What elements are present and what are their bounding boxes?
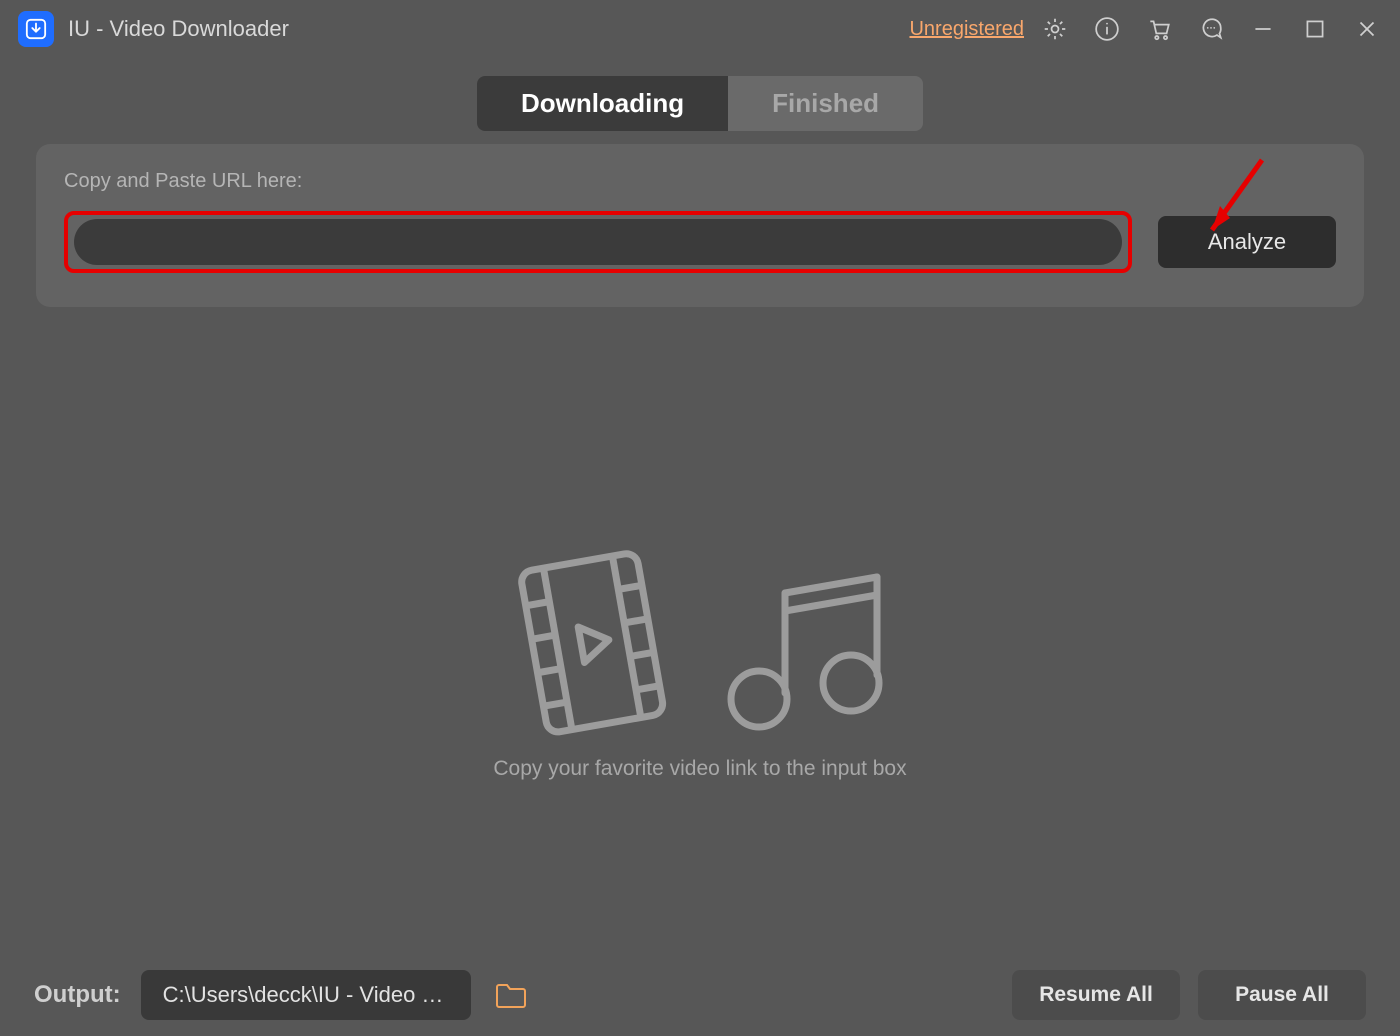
- output-path[interactable]: C:\Users\decck\IU - Video D...: [141, 970, 471, 1020]
- pause-all-button[interactable]: Pause All: [1198, 970, 1366, 1020]
- analyze-button[interactable]: Analyze: [1158, 216, 1336, 268]
- maximize-icon[interactable]: [1300, 14, 1330, 44]
- url-input[interactable]: [74, 219, 1122, 265]
- tab-bar: Downloading Finished: [0, 58, 1400, 132]
- chat-icon[interactable]: [1196, 14, 1226, 44]
- cart-icon[interactable]: [1144, 14, 1174, 44]
- resume-all-button[interactable]: Resume All: [1012, 970, 1180, 1020]
- url-input-highlight: [64, 211, 1132, 273]
- close-icon[interactable]: [1352, 14, 1382, 44]
- footer-bar: Output: C:\Users\decck\IU - Video D... R…: [0, 954, 1400, 1036]
- app-logo-icon: [18, 11, 54, 47]
- minimize-icon[interactable]: [1248, 14, 1278, 44]
- tab-finished[interactable]: Finished: [728, 76, 923, 131]
- empty-state-illustration: [511, 547, 889, 737]
- info-icon[interactable]: [1092, 14, 1122, 44]
- open-folder-icon[interactable]: [489, 975, 533, 1015]
- empty-state-hint: Copy your favorite video link to the inp…: [493, 757, 906, 781]
- unregistered-link[interactable]: Unregistered: [909, 18, 1024, 41]
- titlebar: IU - Video Downloader Unregistered: [0, 0, 1400, 58]
- url-label: Copy and Paste URL here:: [64, 170, 1336, 193]
- output-label: Output:: [34, 981, 121, 1009]
- app-title: IU - Video Downloader: [68, 16, 289, 42]
- gear-icon[interactable]: [1040, 14, 1070, 44]
- empty-state: Copy your favorite video link to the inp…: [0, 307, 1400, 954]
- tab-downloading[interactable]: Downloading: [477, 76, 728, 131]
- url-panel: Copy and Paste URL here: Analyze: [36, 144, 1364, 307]
